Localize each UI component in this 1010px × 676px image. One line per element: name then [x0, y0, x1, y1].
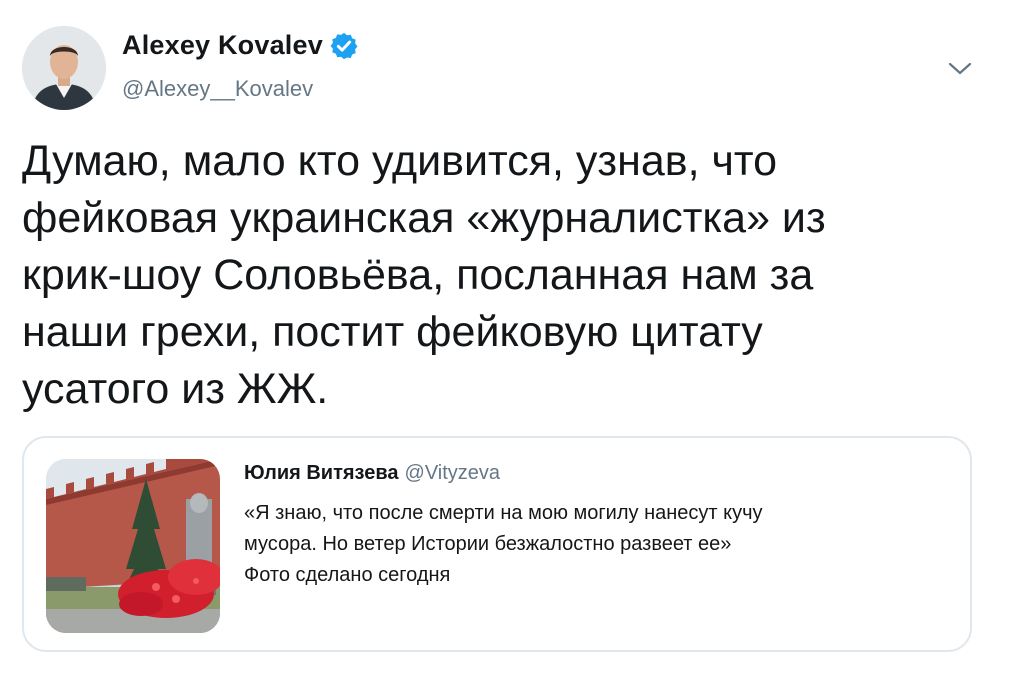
quoted-text-line: «Я знаю, что после смерти на мою могилу …	[244, 502, 763, 524]
tweet-text-line: усатого из ЖЖ.	[22, 365, 329, 413]
author-avatar[interactable]	[22, 26, 106, 110]
quoted-handle[interactable]: @Vityzeva	[405, 462, 501, 484]
quoted-tweet-header: Юлия Витязева @Vityzeva	[244, 462, 500, 485]
author-handle[interactable]: @Alexey__Kovalev	[122, 76, 313, 102]
quoted-tweet-photo[interactable]	[46, 459, 220, 633]
tweet-text-line: фейковая украинская «журналистка» из	[22, 194, 826, 242]
quoted-text-line: мусора. Но ветер Истории безжалостно раз…	[244, 533, 732, 555]
author-name-row: Alexey Kovalev	[122, 30, 359, 61]
photo-thumbnail-icon	[46, 459, 220, 633]
tweet-text-line: крик-шоу Соловьёва, посланная нам за	[22, 251, 814, 299]
quoted-tweet-text: «Я знаю, что после смерти на мою могилу …	[244, 498, 763, 591]
tweet-text: Думаю, мало кто удивится, узнав, что фей…	[22, 133, 982, 418]
author-display-name[interactable]: Alexey Kovalev	[122, 30, 323, 61]
chevron-down-icon[interactable]	[944, 52, 976, 84]
quoted-text-line: Фото сделано сегодня	[244, 564, 451, 586]
quoted-display-name[interactable]: Юлия Витязева	[244, 462, 399, 484]
quoted-tweet-card[interactable]: Юлия Витязева @Vityzeva «Я знаю, что посл…	[22, 436, 972, 652]
tweet-text-line: Думаю, мало кто удивится, узнав, что	[22, 137, 778, 185]
verified-badge-icon	[330, 32, 358, 59]
avatar-photo	[22, 26, 106, 110]
tweet-text-line: наши грехи, постит фейковую цитату	[22, 308, 763, 356]
